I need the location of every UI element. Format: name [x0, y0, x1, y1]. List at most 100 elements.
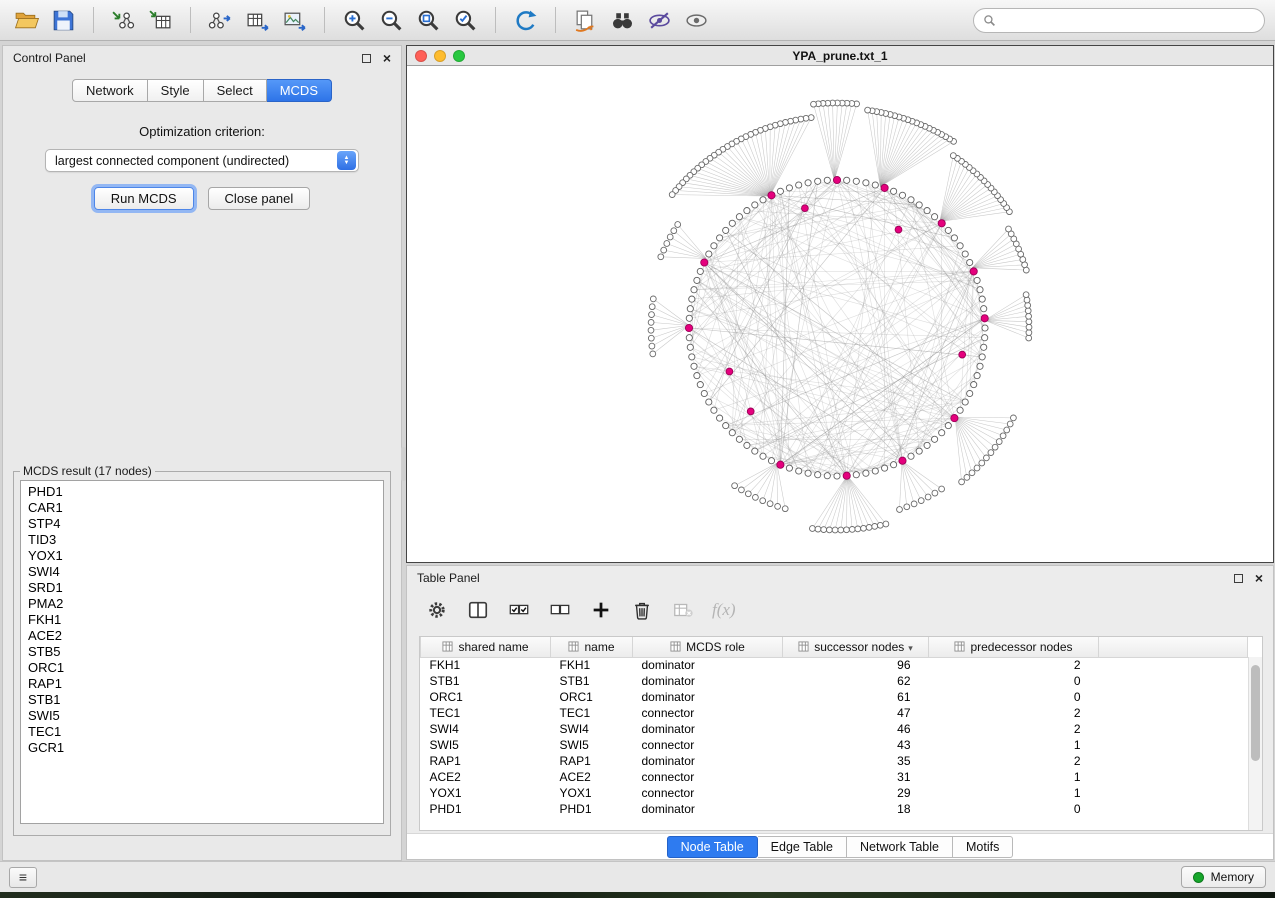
- tab-node-table[interactable]: Node Table: [667, 836, 758, 858]
- zoom-selected-button[interactable]: [449, 4, 482, 37]
- table-row[interactable]: STB1STB1dominator620: [421, 673, 1248, 689]
- clone-network-button[interactable]: [569, 4, 602, 37]
- tab-motifs[interactable]: Motifs: [953, 836, 1013, 858]
- table-cell[interactable]: ACE2: [421, 769, 551, 785]
- table-row[interactable]: ORC1ORC1dominator610: [421, 689, 1248, 705]
- criterion-dropdown[interactable]: largest connected component (undirected)…: [45, 149, 359, 172]
- window-close-icon[interactable]: [415, 50, 427, 62]
- table-row[interactable]: ACE2ACE2connector311: [421, 769, 1248, 785]
- table-cell[interactable]: 46: [783, 721, 929, 737]
- task-history-button[interactable]: ≡: [9, 867, 37, 888]
- select-all-button[interactable]: [507, 598, 531, 622]
- mcds-result-item[interactable]: SWI5: [28, 708, 376, 724]
- table-cell[interactable]: SWI4: [551, 721, 633, 737]
- open-session-button[interactable]: [10, 4, 43, 37]
- mcds-result-item[interactable]: SRD1: [28, 580, 376, 596]
- table-cell[interactable]: connector: [633, 737, 783, 753]
- table-settings-button[interactable]: [425, 598, 449, 622]
- table-scrollbar[interactable]: [1248, 657, 1262, 830]
- table-cell[interactable]: dominator: [633, 753, 783, 769]
- table-row[interactable]: SWI5SWI5connector431: [421, 737, 1248, 753]
- function-builder-button[interactable]: f(x): [712, 600, 736, 620]
- table-cell[interactable]: connector: [633, 705, 783, 721]
- table-cell[interactable]: TEC1: [551, 705, 633, 721]
- table-cell[interactable]: dominator: [633, 673, 783, 689]
- mcds-result-item[interactable]: ORC1: [28, 660, 376, 676]
- show-all-button[interactable]: [680, 4, 713, 37]
- close-panel-button[interactable]: Close panel: [208, 187, 311, 210]
- table-cell[interactable]: connector: [633, 785, 783, 801]
- table-row[interactable]: PHD1PHD1dominator180: [421, 801, 1248, 817]
- table-cell[interactable]: dominator: [633, 689, 783, 705]
- mcds-result-item[interactable]: ACE2: [28, 628, 376, 644]
- table-cell[interactable]: 31: [783, 769, 929, 785]
- mcds-result-item[interactable]: TID3: [28, 532, 376, 548]
- mcds-result-item[interactable]: CAR1: [28, 500, 376, 516]
- delete-column-button[interactable]: [630, 598, 654, 622]
- table-cell[interactable]: 2: [929, 753, 1099, 769]
- table-row[interactable]: SWI4SWI4dominator462: [421, 721, 1248, 737]
- mcds-result-item[interactable]: FKH1: [28, 612, 376, 628]
- tab-select[interactable]: Select: [204, 79, 267, 102]
- export-image-button[interactable]: [278, 4, 311, 37]
- table-scrollbar-thumb[interactable]: [1251, 665, 1260, 761]
- table-cell[interactable]: 62: [783, 673, 929, 689]
- column-header-MCDS-role[interactable]: MCDS role: [633, 637, 783, 657]
- column-header-name[interactable]: name: [551, 637, 633, 657]
- mcds-result-item[interactable]: PMA2: [28, 596, 376, 612]
- table-cell[interactable]: 2: [929, 705, 1099, 721]
- float-panel-icon[interactable]: [362, 54, 371, 63]
- tab-edge-table[interactable]: Edge Table: [758, 836, 847, 858]
- zoom-fit-button[interactable]: [412, 4, 445, 37]
- column-selector-button[interactable]: [466, 598, 490, 622]
- add-column-button[interactable]: [589, 598, 613, 622]
- mcds-result-item[interactable]: YOX1: [28, 548, 376, 564]
- table-cell[interactable]: 61: [783, 689, 929, 705]
- import-network-button[interactable]: [107, 4, 140, 37]
- table-cell[interactable]: RAP1: [551, 753, 633, 769]
- table-cell[interactable]: 47: [783, 705, 929, 721]
- table-cell[interactable]: FKH1: [551, 657, 633, 673]
- table-cell[interactable]: connector: [633, 769, 783, 785]
- table-cell[interactable]: 1: [929, 737, 1099, 753]
- unselect-all-button[interactable]: [548, 598, 572, 622]
- save-session-button[interactable]: [47, 4, 80, 37]
- table-row[interactable]: YOX1YOX1connector291: [421, 785, 1248, 801]
- export-table-button[interactable]: [241, 4, 274, 37]
- table-cell[interactable]: 18: [783, 801, 929, 817]
- mcds-result-item[interactable]: SWI4: [28, 564, 376, 580]
- window-minimize-icon[interactable]: [434, 50, 446, 62]
- mcds-result-item[interactable]: STB5: [28, 644, 376, 660]
- table-cell[interactable]: SWI4: [421, 721, 551, 737]
- table-cell[interactable]: 35: [783, 753, 929, 769]
- table-row[interactable]: TEC1TEC1connector472: [421, 705, 1248, 721]
- table-cell[interactable]: 0: [929, 801, 1099, 817]
- table-cell[interactable]: STB1: [551, 673, 633, 689]
- float-table-panel-icon[interactable]: [1234, 574, 1243, 583]
- table-cell[interactable]: 1: [929, 785, 1099, 801]
- column-header-predecessor-nodes[interactable]: predecessor nodes: [929, 637, 1099, 657]
- zoom-out-button[interactable]: [375, 4, 408, 37]
- column-header-successor-nodes[interactable]: successor nodes▾: [783, 637, 929, 657]
- table-cell[interactable]: 0: [929, 673, 1099, 689]
- table-cell[interactable]: dominator: [633, 657, 783, 673]
- table-cell[interactable]: SWI5: [421, 737, 551, 753]
- table-cell[interactable]: YOX1: [421, 785, 551, 801]
- close-panel-icon[interactable]: ×: [383, 51, 391, 65]
- table-cell[interactable]: YOX1: [551, 785, 633, 801]
- tab-network-table[interactable]: Network Table: [847, 836, 953, 858]
- mcds-result-item[interactable]: TEC1: [28, 724, 376, 740]
- memory-button[interactable]: Memory: [1181, 866, 1266, 888]
- tab-style[interactable]: Style: [148, 79, 204, 102]
- mcds-result-item[interactable]: STB1: [28, 692, 376, 708]
- window-maximize-icon[interactable]: [453, 50, 465, 62]
- search-input[interactable]: [1002, 13, 1255, 27]
- search-network-button[interactable]: [606, 4, 639, 37]
- table-cell[interactable]: 1: [929, 769, 1099, 785]
- delete-table-button[interactable]: [671, 598, 695, 622]
- table-cell[interactable]: 2: [929, 657, 1099, 673]
- table-cell[interactable]: 29: [783, 785, 929, 801]
- close-table-panel-icon[interactable]: ×: [1255, 571, 1263, 585]
- mcds-result-item[interactable]: GCR1: [28, 740, 376, 756]
- mcds-result-item[interactable]: RAP1: [28, 676, 376, 692]
